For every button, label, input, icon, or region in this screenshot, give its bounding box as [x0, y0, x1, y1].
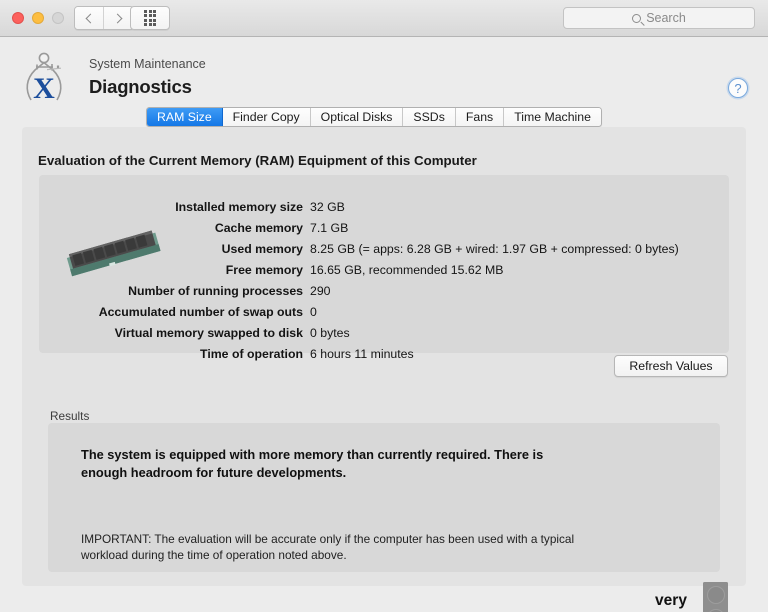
- rating-label: very good: [655, 592, 687, 609]
- row-value: 8.25 GB (= apps: 6.28 GB + wired: 1.97 G…: [310, 242, 679, 256]
- row-label: Time of operation: [200, 347, 303, 361]
- caliper-x-icon: X: [26, 52, 62, 105]
- svg-text:X: X: [33, 72, 55, 105]
- chevron-left-icon: [85, 13, 95, 23]
- grid-view-icon: [144, 9, 156, 27]
- breadcrumb-subtitle: System Maintenance: [89, 57, 206, 71]
- navigation-segmented-control[interactable]: [74, 6, 134, 30]
- tab-optical-disks[interactable]: Optical Disks: [310, 108, 404, 126]
- red-light: [706, 586, 725, 604]
- row-label: Virtual memory swapped to disk: [114, 326, 303, 340]
- page-title: Diagnostics: [89, 76, 192, 97]
- table-row: Installed memory size 32 GB: [39, 197, 729, 218]
- help-question-icon[interactable]: ?: [728, 78, 748, 98]
- table-row: Used memory 8.25 GB (= apps: 6.28 GB + w…: [39, 239, 729, 260]
- back-button[interactable]: [75, 7, 105, 29]
- tab-bar[interactable]: RAM Size Finder Copy Optical Disks SSDs …: [146, 107, 602, 127]
- row-value: 16.65 GB, recommended 15.62 MB: [310, 263, 504, 277]
- table-row: Free memory 16.65 GB, recommended 15.62 …: [39, 260, 729, 281]
- row-value: 0: [310, 305, 317, 319]
- chevron-right-icon: [112, 13, 123, 23]
- tab-ram-size[interactable]: RAM Size: [147, 108, 223, 126]
- row-value: 6 hours 11 minutes: [310, 347, 414, 361]
- row-value: 32 GB: [310, 200, 345, 214]
- table-row: Number of running processes 290: [39, 281, 729, 302]
- search-icon: [632, 13, 642, 23]
- section-heading: Evaluation of the Current Memory (RAM) E…: [38, 153, 477, 168]
- row-value: 290: [310, 284, 331, 298]
- row-label: Number of running processes: [128, 284, 303, 298]
- row-value: 0 bytes: [310, 326, 350, 340]
- minimize-window-button[interactable]: [32, 12, 44, 24]
- content-pane: Evaluation of the Current Memory (RAM) E…: [22, 127, 746, 612]
- grid-view-button[interactable]: [130, 6, 170, 30]
- table-row: Virtual memory swapped to disk 0 bytes: [39, 323, 729, 344]
- search-placeholder: Search: [646, 11, 686, 25]
- table-row: Cache memory 7.1 GB: [39, 218, 729, 239]
- zoom-window-button[interactable]: [52, 12, 64, 24]
- app-window: Search X System Maintenance Diagnostics …: [0, 0, 768, 612]
- row-value: 7.1 GB: [310, 221, 349, 235]
- row-label: Installed memory size: [175, 200, 303, 214]
- results-group-label: Results: [50, 409, 90, 423]
- results-panel: The system is equipped with more memory …: [48, 423, 728, 612]
- row-label: Free memory: [225, 263, 303, 277]
- window-titlebar: Search: [0, 0, 768, 37]
- row-label: Accumulated number of swap outs: [98, 305, 303, 319]
- tab-fans[interactable]: Fans: [455, 108, 505, 126]
- important-note: IMPORTANT: The evaluation will be accura…: [81, 532, 575, 562]
- tab-ssds[interactable]: SSDs: [403, 108, 456, 126]
- row-label: Cache memory: [214, 221, 303, 235]
- memory-info-panel: Installed memory size 32 GB Cache memory…: [39, 175, 729, 361]
- row-label: Used memory: [221, 242, 303, 256]
- verdict-text: The system is equipped with more memory …: [81, 447, 544, 480]
- table-row: Accumulated number of swap outs 0: [39, 302, 729, 323]
- close-window-button[interactable]: [12, 12, 24, 24]
- tab-finder-copy[interactable]: Finder Copy: [222, 108, 311, 126]
- tab-time-machine[interactable]: Time Machine: [504, 108, 601, 126]
- forward-button[interactable]: [104, 7, 133, 29]
- traffic-light-icon: [703, 582, 728, 612]
- search-field[interactable]: Search: [563, 7, 755, 29]
- refresh-values-button[interactable]: Refresh Values: [614, 355, 728, 377]
